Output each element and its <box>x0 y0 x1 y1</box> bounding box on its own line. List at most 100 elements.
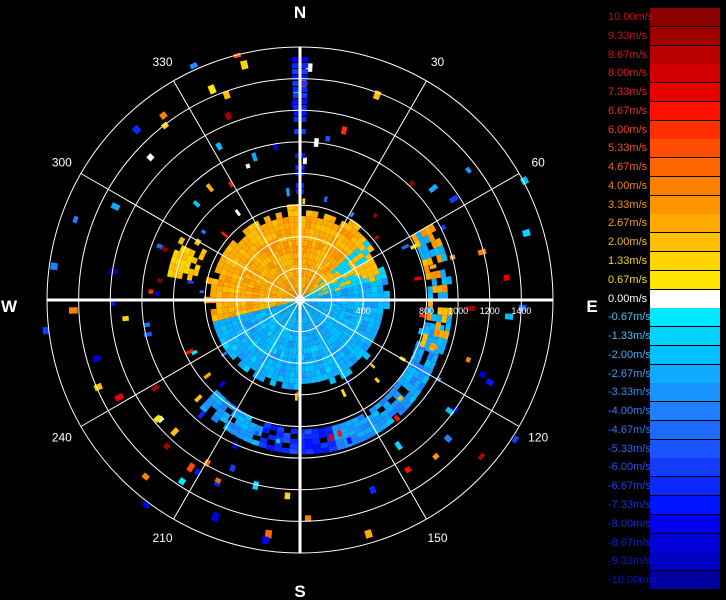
echo-gate <box>284 492 291 500</box>
legend-label: -9.33m/s <box>608 555 651 568</box>
echo-cell <box>282 437 291 444</box>
range-label: 800 <box>419 306 434 316</box>
legend-label: -2.67m/s <box>608 367 651 380</box>
echo-gate <box>200 229 207 235</box>
echo-cell <box>305 448 314 455</box>
echo-gate <box>372 212 378 219</box>
echo-gate <box>156 278 163 283</box>
echo-cell <box>275 431 284 438</box>
echo-cell <box>210 284 218 292</box>
echo-cell <box>289 443 298 449</box>
echo-cell <box>305 443 314 450</box>
echo-gate <box>159 111 168 120</box>
echo-gate <box>368 485 377 495</box>
echo-cell <box>216 291 223 298</box>
echo-gate <box>148 289 154 294</box>
legend-label: -4.67m/s <box>608 423 651 436</box>
echo-cell <box>289 228 296 235</box>
legend-label: 6.00m/s <box>608 123 648 136</box>
legend-label: -0.67m/s <box>608 311 651 324</box>
legend-row: 10.00m/s <box>606 8 720 26</box>
echo-cell <box>305 377 312 384</box>
echo-cell <box>311 428 319 435</box>
legend-label: -2.00m/s <box>608 348 651 361</box>
legend-row: 0.00m/s <box>606 289 720 308</box>
echo-gate <box>302 157 307 165</box>
legend-row: -6.67m/s <box>606 477 720 496</box>
echo-cell <box>312 438 321 445</box>
echo-cell <box>270 424 278 431</box>
legend-label: 7.33m/s <box>608 86 648 99</box>
echo-cell <box>311 210 319 218</box>
echo-gate <box>443 434 453 444</box>
echo-cell <box>353 293 360 299</box>
echo-cell <box>210 290 217 298</box>
echo-cell <box>289 438 298 444</box>
echo-cell <box>216 285 224 292</box>
echo-cell <box>222 286 230 293</box>
echo-cell <box>240 293 247 299</box>
legend-label: 6.67m/s <box>608 104 648 117</box>
echo-gate <box>186 462 196 473</box>
legend-row: -10.00m/s <box>606 571 720 590</box>
echo-cell <box>383 302 390 310</box>
echo-cell <box>383 290 390 298</box>
legend-swatch <box>650 45 720 64</box>
echo-gate <box>215 141 223 151</box>
legend-swatch <box>650 289 720 308</box>
legend-swatch <box>650 439 720 458</box>
legend-row: 9.33m/s <box>606 26 720 45</box>
echo-cell <box>442 307 448 316</box>
echo-gate <box>113 392 125 402</box>
echo-gate <box>285 188 290 197</box>
echo-cell <box>304 428 312 435</box>
legend-label: -1.33m/s <box>608 330 651 343</box>
echo-gate <box>141 500 151 510</box>
echo-gate <box>199 290 205 294</box>
echo-cell <box>211 278 219 286</box>
legend-label: 2.00m/s <box>608 236 648 249</box>
echo-cell <box>371 291 378 298</box>
legend-swatch <box>650 345 720 364</box>
echo-gate <box>177 477 187 486</box>
polar-velocity-plot: 400 800 1000 1200 1400 N S E W 30 60 120 150 210… <box>1 3 598 600</box>
echo-cell <box>341 301 348 306</box>
bearing-label-330: 330 <box>152 55 172 69</box>
legend-swatch <box>650 252 720 270</box>
legend-swatch <box>650 26 720 45</box>
echo-cell <box>228 302 235 308</box>
echo-cell <box>228 292 235 298</box>
echo-gate <box>189 61 199 70</box>
legend-row: -5.33m/s <box>606 439 720 458</box>
echo-cell <box>287 383 295 390</box>
echo-cell <box>441 276 448 286</box>
echo-cell <box>240 301 247 307</box>
legend-label: 4.00m/s <box>608 179 648 192</box>
echo-gate <box>394 440 404 451</box>
echo-cell <box>377 302 384 309</box>
legend-swatch <box>650 83 720 102</box>
echo-gate <box>373 235 380 241</box>
echo-gate <box>224 111 233 121</box>
echo-cell <box>281 447 290 454</box>
legend-swatch <box>650 552 720 571</box>
legend-label: 4.67m/s <box>608 161 648 174</box>
echo-cell <box>432 285 438 294</box>
echo-cell <box>347 294 354 299</box>
echo-gate <box>465 166 472 174</box>
legend-label: -6.00m/s <box>608 461 651 474</box>
echo-cell <box>281 382 289 390</box>
echo-gate <box>251 152 258 162</box>
compass-east-label: E <box>586 297 597 316</box>
legend-swatch <box>650 477 720 496</box>
echo-gate <box>141 472 150 481</box>
echo-cell <box>437 307 443 315</box>
legend-label: -6.67m/s <box>608 480 651 493</box>
compass-north-label: N <box>294 3 306 22</box>
echo-cell <box>289 448 298 454</box>
echo-gate <box>325 135 331 142</box>
legend-row: 3.33m/s <box>606 195 720 214</box>
echo-cell <box>341 294 348 299</box>
echo-gate <box>194 394 203 403</box>
legend-label: 0.67m/s <box>608 273 648 286</box>
